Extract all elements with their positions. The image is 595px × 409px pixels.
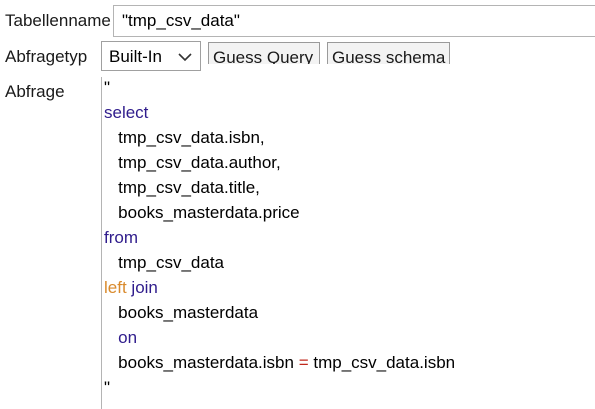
table-name-label: Tabellenname: [5, 11, 111, 30]
query-line: books_masterdata.price: [104, 203, 300, 223]
query-token: ": [104, 378, 111, 397]
query-line: tmp_csv_data.title,: [104, 178, 260, 198]
query-line: tmp_csv_data: [104, 253, 224, 273]
query-keyword: left: [104, 278, 127, 297]
query-type-select[interactable]: Built-In: [101, 41, 201, 71]
query-line: books_masterdata: [104, 303, 258, 323]
query-line: ": [104, 378, 110, 398]
query-keyword: select: [104, 103, 149, 122]
query-token: tmp_csv_data: [118, 253, 225, 272]
query-token: tmp_csv_data.isbn,: [118, 128, 265, 147]
query-line: tmp_csv_data.isbn,: [104, 128, 265, 148]
guess-schema-button[interactable]: Guess schema: [327, 42, 450, 64]
query-token: books_masterdata: [118, 303, 259, 322]
query-line: from: [104, 228, 138, 248]
query-keyword: join: [131, 278, 158, 297]
query-keyword: on: [118, 328, 138, 347]
query-indent: [104, 253, 118, 272]
query-token: tmp_csv_data.isbn: [313, 353, 456, 372]
query-indent: [104, 303, 118, 322]
query-token: tmp_csv_data.title,: [118, 178, 260, 197]
query-indent: [104, 128, 118, 147]
query-indent: [104, 353, 118, 372]
guess-query-button[interactable]: Guess Query: [208, 42, 320, 64]
query-token: tmp_csv_data.author,: [118, 153, 281, 172]
query-settings-panel: Tabellenname "tmp_csv_data" Abfragetyp B…: [0, 0, 595, 409]
query-line: select: [104, 103, 148, 123]
query-type-label: Abfragetyp: [5, 47, 88, 66]
query-type-value: Built-In: [109, 47, 162, 66]
query-line: books_masterdata.isbn = tmp_csv_data.isb…: [104, 353, 455, 373]
query-token: ": [104, 78, 111, 97]
query-token: books_masterdata.price: [118, 203, 300, 222]
query-line: tmp_csv_data.author,: [104, 153, 281, 173]
query-editor[interactable]: " select tmp_csv_data.isbn, tmp_csv_data.…: [101, 77, 595, 409]
query-indent: [104, 203, 118, 222]
query-indent: [104, 328, 118, 347]
query-indent: [104, 153, 118, 172]
query-token: books_masterdata.isbn: [118, 353, 294, 372]
query-indent: [104, 178, 118, 197]
query-label: Abfrage: [5, 82, 65, 101]
query-line: left join: [104, 278, 158, 298]
table-name-input[interactable]: "tmp_csv_data": [113, 5, 595, 37]
chevron-down-icon: [178, 53, 192, 62]
query-keyword: from: [104, 228, 138, 247]
query-line: ": [104, 78, 110, 98]
query-operator: =: [298, 353, 309, 372]
query-line: on: [104, 328, 137, 348]
